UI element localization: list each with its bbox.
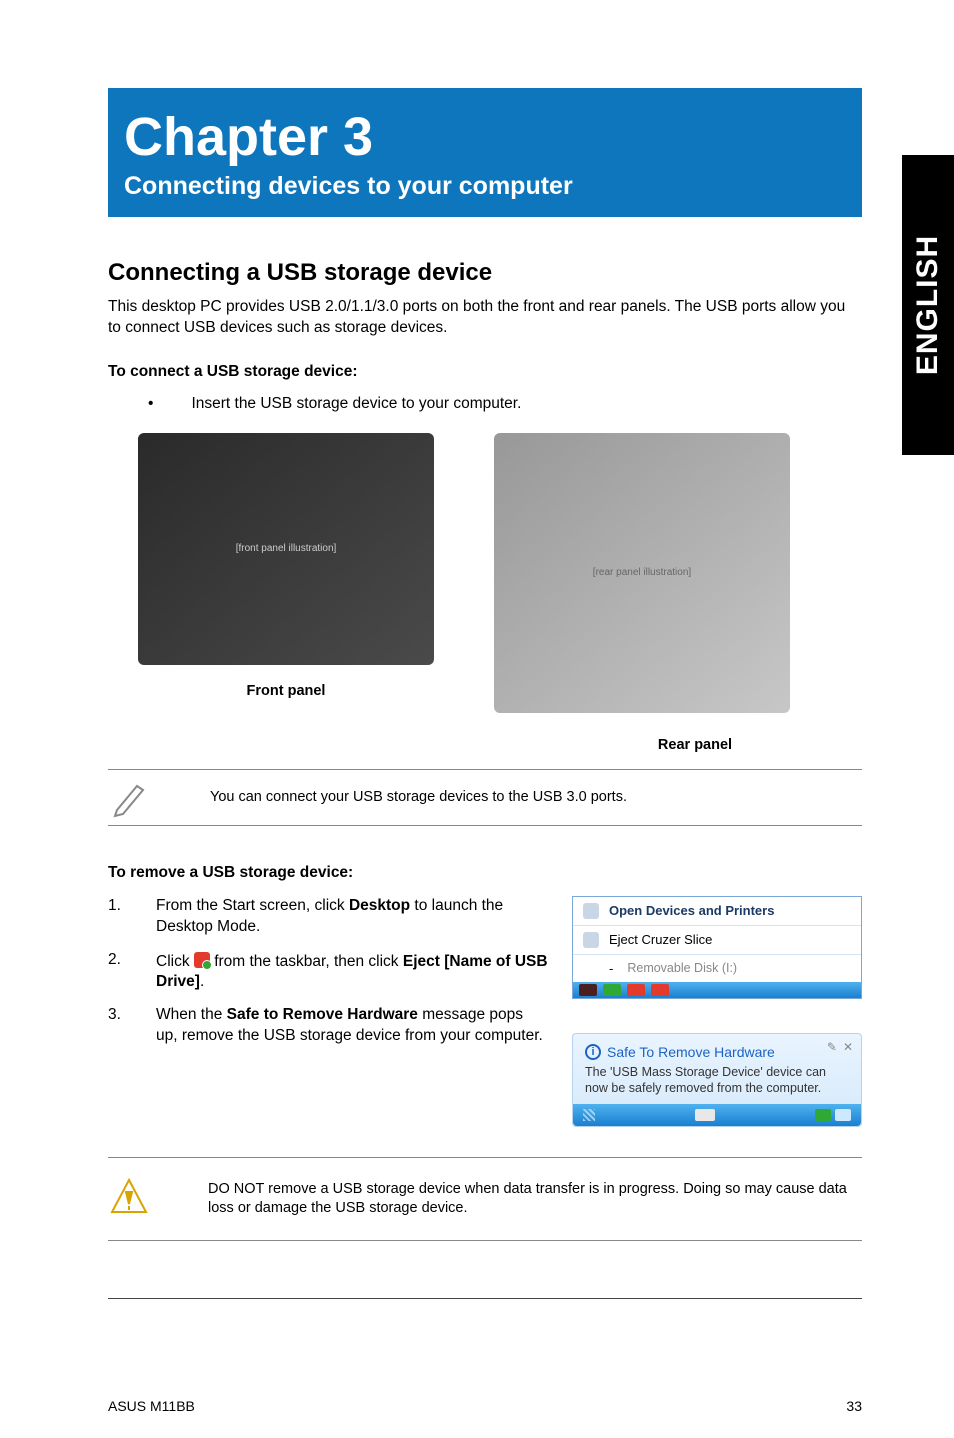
- balloon-title-row: i Safe To Remove Hardware: [585, 1044, 849, 1060]
- footer-model: ASUS M11BB: [108, 1398, 195, 1438]
- connect-bullet-text: Insert the USB storage device to your co…: [191, 395, 521, 413]
- connect-heading: To connect a USB storage device:: [108, 363, 862, 381]
- open-devices-label: Open Devices and Printers: [609, 903, 774, 918]
- page-footer: ASUS M11BB 33: [0, 1358, 954, 1438]
- keyboard-icon: [695, 1109, 715, 1121]
- front-panel-image: [front panel illustration]: [138, 433, 434, 665]
- panel-images: [front panel illustration] Front panel […: [138, 433, 862, 713]
- open-devices-row[interactable]: Open Devices and Printers: [573, 897, 861, 926]
- drive-icon: [583, 932, 599, 948]
- tray-icon: [835, 1109, 851, 1121]
- remove-steps: 1. From the Start screen, click Desktop …: [108, 896, 548, 1128]
- bullet-dot: •: [148, 395, 153, 413]
- step-text: From the Start screen, click Desktop to …: [156, 896, 548, 938]
- pencil-icon: [108, 776, 152, 818]
- section-heading: Connecting a USB storage device: [108, 259, 862, 287]
- warning-icon: [108, 1176, 150, 1223]
- remove-heading: To remove a USB storage device:: [108, 864, 862, 882]
- balloon-bottombar: [573, 1104, 861, 1126]
- devices-icon: [583, 903, 599, 919]
- eject-menu-popup: Open Devices and Printers Eject Cruzer S…: [572, 896, 862, 999]
- eject-device-label: Eject Cruzer Slice: [609, 932, 712, 947]
- chapter-title: Chapter 3: [124, 106, 842, 168]
- note-callout: You can connect your USB storage devices…: [108, 769, 862, 826]
- step-1: 1. From the Start screen, click Desktop …: [108, 896, 548, 938]
- balloon-title: Safe To Remove Hardware: [607, 1044, 775, 1060]
- step-number: 2.: [108, 950, 132, 994]
- info-icon: i: [585, 1044, 601, 1060]
- safely-remove-icon: [194, 952, 210, 968]
- step-number: 1.: [108, 896, 132, 938]
- tool-icon[interactable]: ✎: [827, 1040, 837, 1054]
- chapter-subtitle: Connecting devices to your computer: [124, 172, 842, 201]
- connect-bullet: • Insert the USB storage device to your …: [148, 395, 862, 413]
- eject-device-row[interactable]: Eject Cruzer Slice: [573, 926, 861, 955]
- balloon-message: The 'USB Mass Storage Device' device can…: [585, 1064, 849, 1097]
- step-text: When the Safe to Remove Hardware message…: [156, 1005, 548, 1047]
- safe-remove-balloon: ✎ ✕ i Safe To Remove Hardware The 'USB M…: [572, 1033, 862, 1128]
- rear-panel-caption: Rear panel: [528, 737, 862, 753]
- rear-panel-image: [rear panel illustration]: [494, 433, 790, 713]
- warning-text: DO NOT remove a USB storage device when …: [208, 1168, 862, 1230]
- removable-disk-row[interactable]: - Removable Disk (I:): [573, 955, 861, 982]
- step-3: 3. When the Safe to Remove Hardware mess…: [108, 1005, 548, 1047]
- chapter-banner: Chapter 3 Connecting devices to your com…: [108, 88, 862, 217]
- tray-icon: [815, 1109, 831, 1121]
- step-text: Click from the taskbar, then click Eject…: [156, 950, 548, 994]
- taskbar-strip: [573, 982, 861, 998]
- close-icon[interactable]: ✕: [843, 1040, 853, 1054]
- step-number: 3.: [108, 1005, 132, 1047]
- footer-page-number: 33: [846, 1398, 862, 1438]
- grip-icon: [583, 1109, 595, 1121]
- section-intro: This desktop PC provides USB 2.0/1.1/3.0…: [108, 297, 862, 339]
- front-panel-caption: Front panel: [138, 683, 434, 699]
- removable-disk-label: Removable Disk (I:): [623, 961, 737, 975]
- note-text: You can connect your USB storage devices…: [210, 776, 862, 819]
- step-2: 2. Click from the taskbar, then click Ej…: [108, 950, 548, 994]
- warning-callout: DO NOT remove a USB storage device when …: [108, 1157, 862, 1241]
